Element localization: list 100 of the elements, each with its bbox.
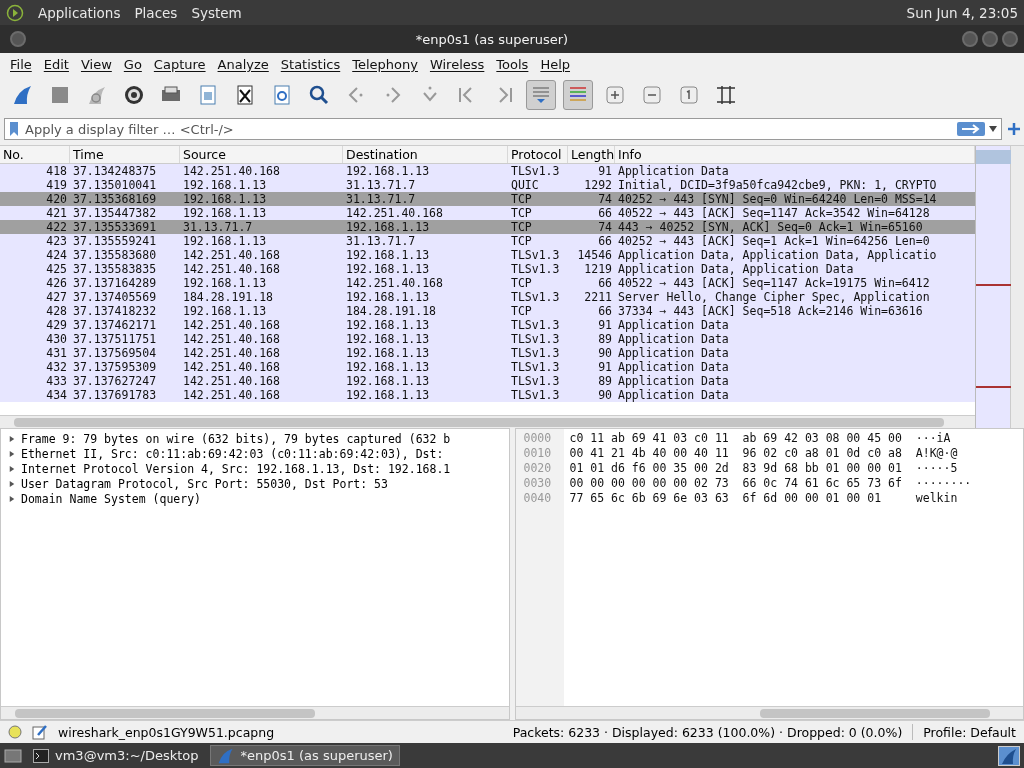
packet-row[interactable]: 427 37.137405569 184.28.191.18 192.168.1.13 TLSv1.3 2211 Server Hello, Change Cipher Spec, Application xyxy=(0,290,975,304)
table-cell-text: 142.251.40.168 xyxy=(182,164,281,178)
table-cell-text: TLSv1.3 xyxy=(510,388,561,402)
display-filter-field[interactable]: Apply a display filter … <Ctrl-/> xyxy=(23,120,953,138)
column-header[interactable]: Source xyxy=(180,146,343,163)
packet-row[interactable]: 432 37.137595309 142.251.40.168 192.168.1.13 TLSv1.3 91 Application Data xyxy=(0,360,975,374)
menu-item[interactable]: Telephony xyxy=(346,56,424,72)
edit-comment-icon[interactable] xyxy=(32,724,48,740)
menu-item[interactable]: Help xyxy=(534,56,576,72)
menu-item[interactable]: Tools xyxy=(490,56,535,72)
menu-item[interactable]: Edit xyxy=(37,56,75,72)
restart-capture-icon[interactable] xyxy=(86,84,108,106)
table-cell-text: 434 xyxy=(45,388,68,402)
menu-item[interactable]: Statistics xyxy=(274,56,347,72)
close-file-icon[interactable] xyxy=(234,84,256,106)
packet-row[interactable]: 424 37.135583680 142.251.40.168 192.168.1.13 TLSv1.3 14546 Application Data, Application Data, Applicatio xyxy=(0,248,975,262)
add-button-icon[interactable] xyxy=(1008,123,1020,135)
window-menu-button[interactable] xyxy=(10,31,26,47)
packet-row[interactable]: 426 37.137164289 192.168.1.13 142.251.40.168 TCP 66 40522 → 443 [ACK] Seq=1147 Ack=19175 Win=6412 xyxy=(0,276,975,290)
menu-item[interactable]: Go xyxy=(117,56,148,72)
zoom-out-icon[interactable] xyxy=(641,84,663,106)
collapsed-arrow-icon[interactable] xyxy=(9,479,15,488)
menu-item[interactable]: Wireless xyxy=(423,56,491,72)
table-cell-text: 90 xyxy=(597,346,613,360)
horizontal-scrollbar[interactable] xyxy=(0,415,975,428)
packet-row[interactable]: 419 37.135010041 192.168.1.13 31.13.71.7 QUIC 1292 Initial, DCID=3f9a50fca942cbe9, PKN: 1, CRYPTO xyxy=(0,178,975,192)
table-cell-text: Application Data xyxy=(617,346,730,360)
minimize-button[interactable] xyxy=(962,31,978,47)
collapsed-arrow-icon[interactable] xyxy=(9,434,15,443)
panel-menu[interactable]: System xyxy=(191,4,242,21)
table-cell-text: Application Data, Application Data xyxy=(617,262,855,276)
packet-row[interactable]: 429 37.137462171 142.251.40.168 192.168.1.13 TLSv1.3 91 Application Data xyxy=(0,318,975,332)
dropdown-caret-icon[interactable] xyxy=(989,126,997,132)
resize-columns-icon[interactable] xyxy=(715,84,737,106)
ascii-bytes: A!K@·@ xyxy=(915,446,959,461)
packet-row[interactable]: 428 37.137418232 192.168.1.13 184.28.191.18 TCP 66 37334 → 443 [ACK] Seq=518 Ack=2146 Win=63616 xyxy=(0,304,975,318)
taskbar-button[interactable]: *enp0s1 (as superuser) xyxy=(209,745,400,766)
reload-file-icon[interactable] xyxy=(271,84,293,106)
packet-row[interactable]: 421 37.135447382 192.168.1.13 142.251.40.168 TCP 66 40522 → 443 [ACK] Seq=1147 Ack=3542 Win=64128 xyxy=(0,206,975,220)
distro-logo-icon[interactable] xyxy=(6,3,24,22)
packet-row[interactable]: 433 37.137627247 142.251.40.168 192.168.1.13 TLSv1.3 89 Application Data xyxy=(0,374,975,388)
tree-item[interactable]: User Datagram Protocol, Src Port: 55030, Dst Port: 53 xyxy=(1,476,509,491)
table-cell-text: 142.251.40.168 xyxy=(182,346,281,360)
panel-menu[interactable]: Places xyxy=(134,4,178,21)
column-header[interactable]: Protocol xyxy=(508,146,568,163)
show-desktop-icon[interactable] xyxy=(4,746,22,765)
table-cell-text: 420 xyxy=(45,192,68,206)
hex-bytes: 00 41 21 4b 40 00 40 11 96 02 c0 a8 01 0d c0 a8 xyxy=(569,446,902,461)
collapsed-arrow-icon[interactable] xyxy=(9,494,15,503)
table-cell-text: 192.168.1.13 xyxy=(182,192,268,206)
table-cell-text: TCP xyxy=(510,304,533,318)
packet-row[interactable]: 423 37.135559241 192.168.1.13 31.13.71.7 TCP 66 40252 → 443 [ACK] Seq=1 Ack=1 Win=64256 Len=0 xyxy=(0,234,975,248)
tree-item[interactable]: Internet Protocol Version 4, Src: 192.168.1.13, Dst: 192.168.1 xyxy=(1,461,509,476)
close-button[interactable] xyxy=(1002,31,1018,47)
column-header[interactable]: Time xyxy=(70,146,180,163)
column-header[interactable]: No. xyxy=(0,146,70,163)
tree-item[interactable]: Frame 9: 79 bytes on wire (632 bits), 79 bytes captured (632 b xyxy=(1,431,509,446)
vertical-scrollbar[interactable] xyxy=(1010,146,1024,428)
packet-row[interactable]: 422 37.135533691 31.13.71.7 192.168.1.13 TCP 74 443 → 40252 [SYN, ACK] Seq=0 Ack=1 Win=65160 xyxy=(0,220,975,234)
stop-capture-icon[interactable] xyxy=(49,84,71,106)
packet-row[interactable]: 420 37.135368169 192.168.1.13 31.13.71.7 TCP 74 40252 → 443 [SYN] Seq=0 Win=64240 Len=0 MSS=14 xyxy=(0,192,975,206)
profile-label[interactable]: Profile: Default xyxy=(923,724,1016,740)
collapsed-arrow-icon[interactable] xyxy=(9,464,15,473)
horizontal-scrollbar[interactable] xyxy=(1,706,509,719)
zoom-in-icon[interactable] xyxy=(604,84,626,106)
table-cell-text: 142.251.40.168 xyxy=(182,248,281,262)
menu-item[interactable]: Analyze xyxy=(211,56,275,72)
hex-bytes: c0 11 ab 69 41 03 c0 11 ab 69 42 03 08 00 45 00 xyxy=(569,431,902,446)
table-cell-text: 40522 → 443 [ACK] Seq=1147 Ack=3542 Win=64128 xyxy=(617,206,931,220)
tree-item[interactable]: Ethernet II, Src: c0:11:ab:69:42:03 (c0:11:ab:69:42:03), Dst: xyxy=(1,446,509,461)
save-file-icon[interactable] xyxy=(197,84,219,106)
menu-item[interactable]: File xyxy=(4,56,38,72)
table-cell-text: 192.168.1.13 xyxy=(345,220,431,234)
horizontal-scrollbar[interactable] xyxy=(515,706,1023,719)
tree-item[interactable]: Domain Name System (query) xyxy=(1,491,509,506)
panel-menu[interactable]: Applications xyxy=(38,4,121,21)
table-cell-text: 89 xyxy=(597,332,613,346)
settings-icon[interactable] xyxy=(123,84,145,106)
search-icon[interactable] xyxy=(308,84,330,106)
status-indicator-icon[interactable] xyxy=(8,725,22,739)
start-capture-icon[interactable] xyxy=(12,84,34,106)
maximize-button[interactable] xyxy=(982,31,998,47)
menu-item[interactable]: View xyxy=(74,56,118,72)
normal-size-icon[interactable] xyxy=(678,84,700,106)
packet-row[interactable]: 431 37.137569504 142.251.40.168 192.168.1.13 TLSv1.3 90 Application Data xyxy=(0,346,975,360)
table-cell-text: 37.137595309 xyxy=(72,360,158,374)
packet-row[interactable]: 418 37.134248375 142.251.40.168 192.168.1.13 TLSv1.3 91 Application Data xyxy=(0,164,975,178)
table-cell-text: 37334 → 443 [ACK] Seq=518 Ack=2146 Win=63616 xyxy=(617,304,924,318)
packet-row[interactable]: 430 37.137511751 142.251.40.168 192.168.1.13 TLSv1.3 89 Application Data xyxy=(0,332,975,346)
menu-item[interactable]: Capture xyxy=(147,56,212,72)
column-header[interactable]: Length xyxy=(568,146,615,163)
taskbar-button[interactable]: vm3@vm3:~/Desktop xyxy=(26,745,206,766)
packet-row[interactable]: 434 37.137691783 142.251.40.168 192.168.1.13 TLSv1.3 90 Application Data xyxy=(0,388,975,402)
packet-row[interactable]: 425 37.135583835 142.251.40.168 192.168.1.13 TLSv1.3 1219 Application Data, Application Data xyxy=(0,262,975,276)
collapsed-arrow-icon[interactable] xyxy=(9,449,15,458)
table-cell-text: TLSv1.3 xyxy=(510,248,561,262)
bookmark-icon[interactable] xyxy=(9,121,19,137)
workspace-switcher-icon[interactable] xyxy=(998,745,1020,766)
column-header[interactable]: Destination xyxy=(343,146,508,163)
filter-bar[interactable]: Apply a display filter … <Ctrl-/> xyxy=(4,118,1002,140)
